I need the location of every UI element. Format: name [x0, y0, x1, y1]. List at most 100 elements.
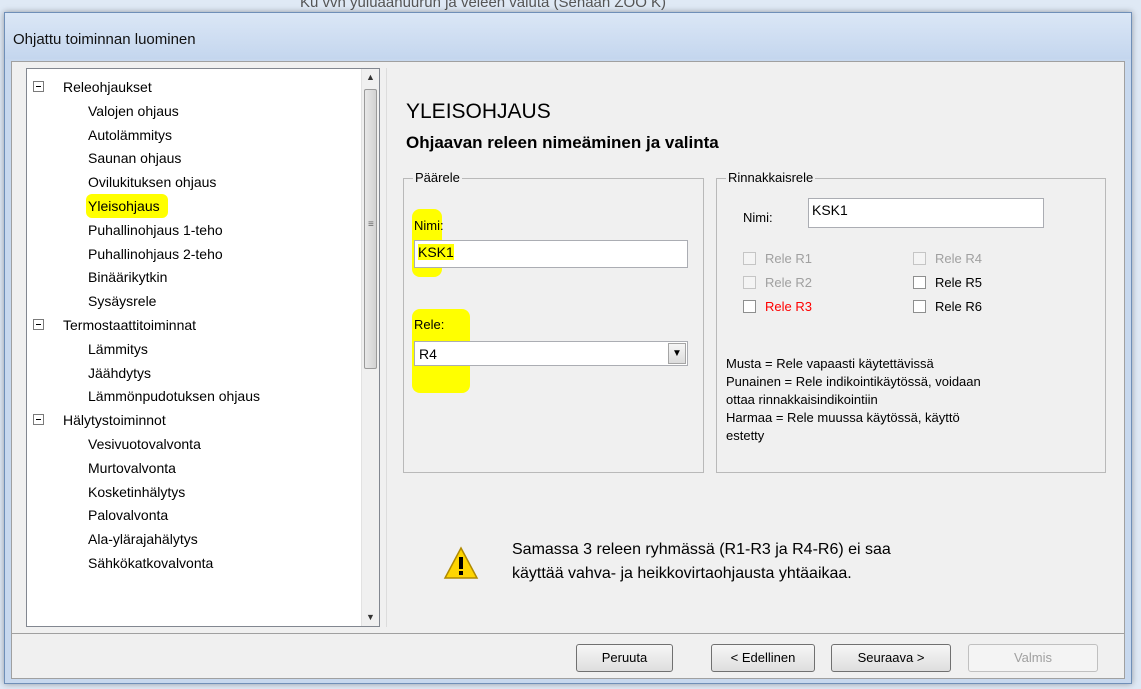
- tree-item[interactable]: Ovilukituksen ohjaus: [27, 170, 361, 194]
- tree-scrollbar[interactable]: ▲ ≡ ▼: [361, 69, 379, 626]
- checkbox-label: Rele R4: [935, 251, 982, 266]
- collapse-icon[interactable]: [33, 81, 44, 92]
- collapse-icon[interactable]: [33, 414, 44, 426]
- tree-item-label: Jäähdytys: [88, 364, 152, 381]
- tree-item[interactable]: Lämmitys: [27, 337, 361, 361]
- tree-item-label: Kosketinhälytys: [88, 483, 186, 500]
- tree-item-label: Saunan ohjaus: [88, 150, 182, 167]
- tree-item[interactable]: Lämmönpudotuksen ohjaus: [27, 384, 361, 408]
- client-area: Releohjaukset Valojen ohjaus Autolämmitys S…: [11, 61, 1125, 679]
- checkbox-rele-r6[interactable]: Rele R6: [913, 299, 982, 315]
- finish-button[interactable]: Valmis: [968, 644, 1098, 672]
- rinnakkaisrele-group-label: Rinnakkaisrele: [726, 170, 816, 185]
- background-window-title: Ku vvn yuiuaanuurun ja veleen vaiuta (Se…: [300, 0, 667, 11]
- tree-item-label: Hälytystoiminnot: [63, 412, 166, 429]
- cancel-button[interactable]: Peruuta: [576, 644, 673, 672]
- tree-item-label: Termostaattitoiminnat: [63, 316, 197, 333]
- tree-item-label: Sysäysrele: [88, 293, 157, 310]
- wizard-window: Ohjattu toiminnan luominen Releohjaukset…: [4, 12, 1132, 684]
- tree-item[interactable]: Murtovalvonta: [27, 456, 361, 480]
- checkbox-rele-r5[interactable]: Rele R5: [913, 275, 982, 291]
- tree-item[interactable]: Ala-ylärajahälytys: [27, 527, 361, 551]
- collapse-icon[interactable]: [33, 318, 44, 330]
- settings-panel: YLEISOHJAUS Ohjaavan releen nimeäminen j…: [386, 68, 1122, 627]
- tree-item[interactable]: Puhallinohjaus 2-teho: [27, 242, 361, 266]
- scroll-up-icon[interactable]: ▲: [362, 69, 379, 86]
- legend-line: estetty: [726, 428, 765, 443]
- tree-item[interactable]: Jäähdytys: [27, 361, 361, 385]
- paarele-name-input[interactable]: KSK1: [414, 240, 688, 268]
- checkbox-box: [913, 252, 926, 265]
- checkbox-label: Rele R3: [765, 299, 812, 314]
- paarele-rele-label: Rele:: [414, 317, 445, 332]
- scroll-thumb[interactable]: ≡: [364, 89, 377, 369]
- tree-item-label: Valojen ohjaus: [88, 102, 179, 119]
- tree-item-label: Releohjaukset: [63, 79, 152, 95]
- tree-item-label: Palovalvonta: [88, 507, 169, 524]
- paarele-group-label: Päärele: [413, 170, 462, 185]
- page-title: YLEISOHJAUS: [406, 100, 551, 123]
- legend-line: Musta = Rele vapaasti käytettävissä: [726, 356, 934, 371]
- tree-item[interactable]: Sähkökatkovalvonta: [27, 551, 361, 575]
- paarele-name-label: Nimi:: [414, 218, 444, 233]
- warning-icon: [443, 546, 479, 579]
- checkbox-rele-r1[interactable]: Rele R1: [743, 251, 812, 267]
- rinnakkaisrele-name-value: KSK1: [812, 202, 848, 218]
- tree-item-label: Lämmönpudotuksen ohjaus: [88, 388, 261, 405]
- tree-item-label: Binäärikytkin: [88, 269, 168, 286]
- checkbox-label: Rele R6: [935, 299, 982, 314]
- tree-item[interactable]: Binäärikytkin: [27, 265, 361, 289]
- scroll-down-icon[interactable]: ▼: [362, 609, 379, 626]
- tree-item[interactable]: Sysäysrele: [27, 289, 361, 313]
- tree-list: Releohjaukset Valojen ohjaus Autolämmitys S…: [27, 75, 361, 575]
- checkbox-label: Rele R1: [765, 251, 812, 266]
- tree-item-label: Autolämmitys: [88, 126, 173, 143]
- checkbox-label: Rele R2: [765, 275, 812, 290]
- next-button[interactable]: Seuraava >: [831, 644, 951, 672]
- warning-message: Samassa 3 releen ryhmässä (R1-R3 ja R4-R…: [512, 538, 891, 586]
- checkbox-rele-r4[interactable]: Rele R4: [913, 251, 982, 267]
- tree-item-label: Sähkökatkovalvonta: [88, 554, 214, 571]
- checkbox-rele-r2[interactable]: Rele R2: [743, 275, 812, 291]
- checkbox-box: [743, 276, 756, 289]
- tree-item[interactable]: Kosketinhälytys: [27, 480, 361, 504]
- tree-item[interactable]: Yleisohjaus: [27, 193, 361, 218]
- rinnakkaisrele-name-input[interactable]: KSK1: [808, 198, 1044, 228]
- page-subtitle: Ohjaavan releen nimeäminen ja valinta: [406, 133, 719, 152]
- paarele-group: Päärele Nimi: KSK1 Rele: R4 ▼: [403, 170, 704, 473]
- paarele-name-value: KSK1: [418, 244, 454, 260]
- back-button[interactable]: < Edellinen: [711, 644, 815, 672]
- title-bar[interactable]: Ohjattu toiminnan luominen: [5, 13, 1131, 59]
- tree-item[interactable]: Vesivuotovalvonta: [27, 432, 361, 456]
- checkbox-box: [743, 300, 756, 313]
- tree-item[interactable]: Puhallinohjaus 1-teho: [27, 218, 361, 242]
- checkbox-rele-r3[interactable]: Rele R3: [743, 299, 812, 315]
- tree-item[interactable]: Palovalvonta: [27, 503, 361, 527]
- paarele-rele-select[interactable]: R4 ▼: [414, 341, 688, 366]
- tree-item[interactable]: Valojen ohjaus: [27, 99, 361, 123]
- warning-line: käyttää vahva- ja heikkovirtaohjausta yh…: [512, 565, 852, 582]
- legend-line: Punainen = Rele indikointikäytössä, void…: [726, 374, 981, 389]
- tree-item-label: Yleisohjaus: [86, 193, 168, 218]
- tree-group[interactable]: Hälytystoiminnot: [27, 408, 361, 432]
- rinnakkaisrele-name-label: Nimi:: [743, 210, 773, 225]
- tree-item[interactable]: Autolämmitys: [27, 123, 361, 147]
- dropdown-arrow-icon[interactable]: ▼: [668, 343, 686, 364]
- tree-group[interactable]: Releohjaukset: [27, 75, 361, 99]
- legend-line: Harmaa = Rele muussa käytössä, käyttö: [726, 410, 960, 425]
- rinnakkaisrele-group: Rinnakkaisrele Nimi: KSK1 Rele R1 Rele R…: [716, 170, 1106, 473]
- paarele-rele-value: R4: [419, 346, 437, 362]
- tree-item[interactable]: Saunan ohjaus: [27, 146, 361, 170]
- function-tree[interactable]: Releohjaukset Valojen ohjaus Autolämmitys S…: [26, 68, 380, 627]
- tree-item-label: Ala-ylärajahälytys: [88, 531, 198, 548]
- tree-group[interactable]: Termostaattitoiminnat: [27, 313, 361, 337]
- checkbox-label: Rele R5: [935, 275, 982, 290]
- tree-item-label: Puhallinohjaus 2-teho: [88, 245, 223, 262]
- checkbox-box: [913, 276, 926, 289]
- tree-item-label: Lämmitys: [88, 340, 148, 357]
- warning-line: Samassa 3 releen ryhmässä (R1-R3 ja R4-R…: [512, 541, 891, 558]
- checkbox-box: [913, 300, 926, 313]
- tree-item-label: Puhallinohjaus 1-teho: [88, 221, 223, 238]
- checkbox-box: [743, 252, 756, 265]
- tree-item-label: Vesivuotovalvonta: [88, 435, 201, 452]
